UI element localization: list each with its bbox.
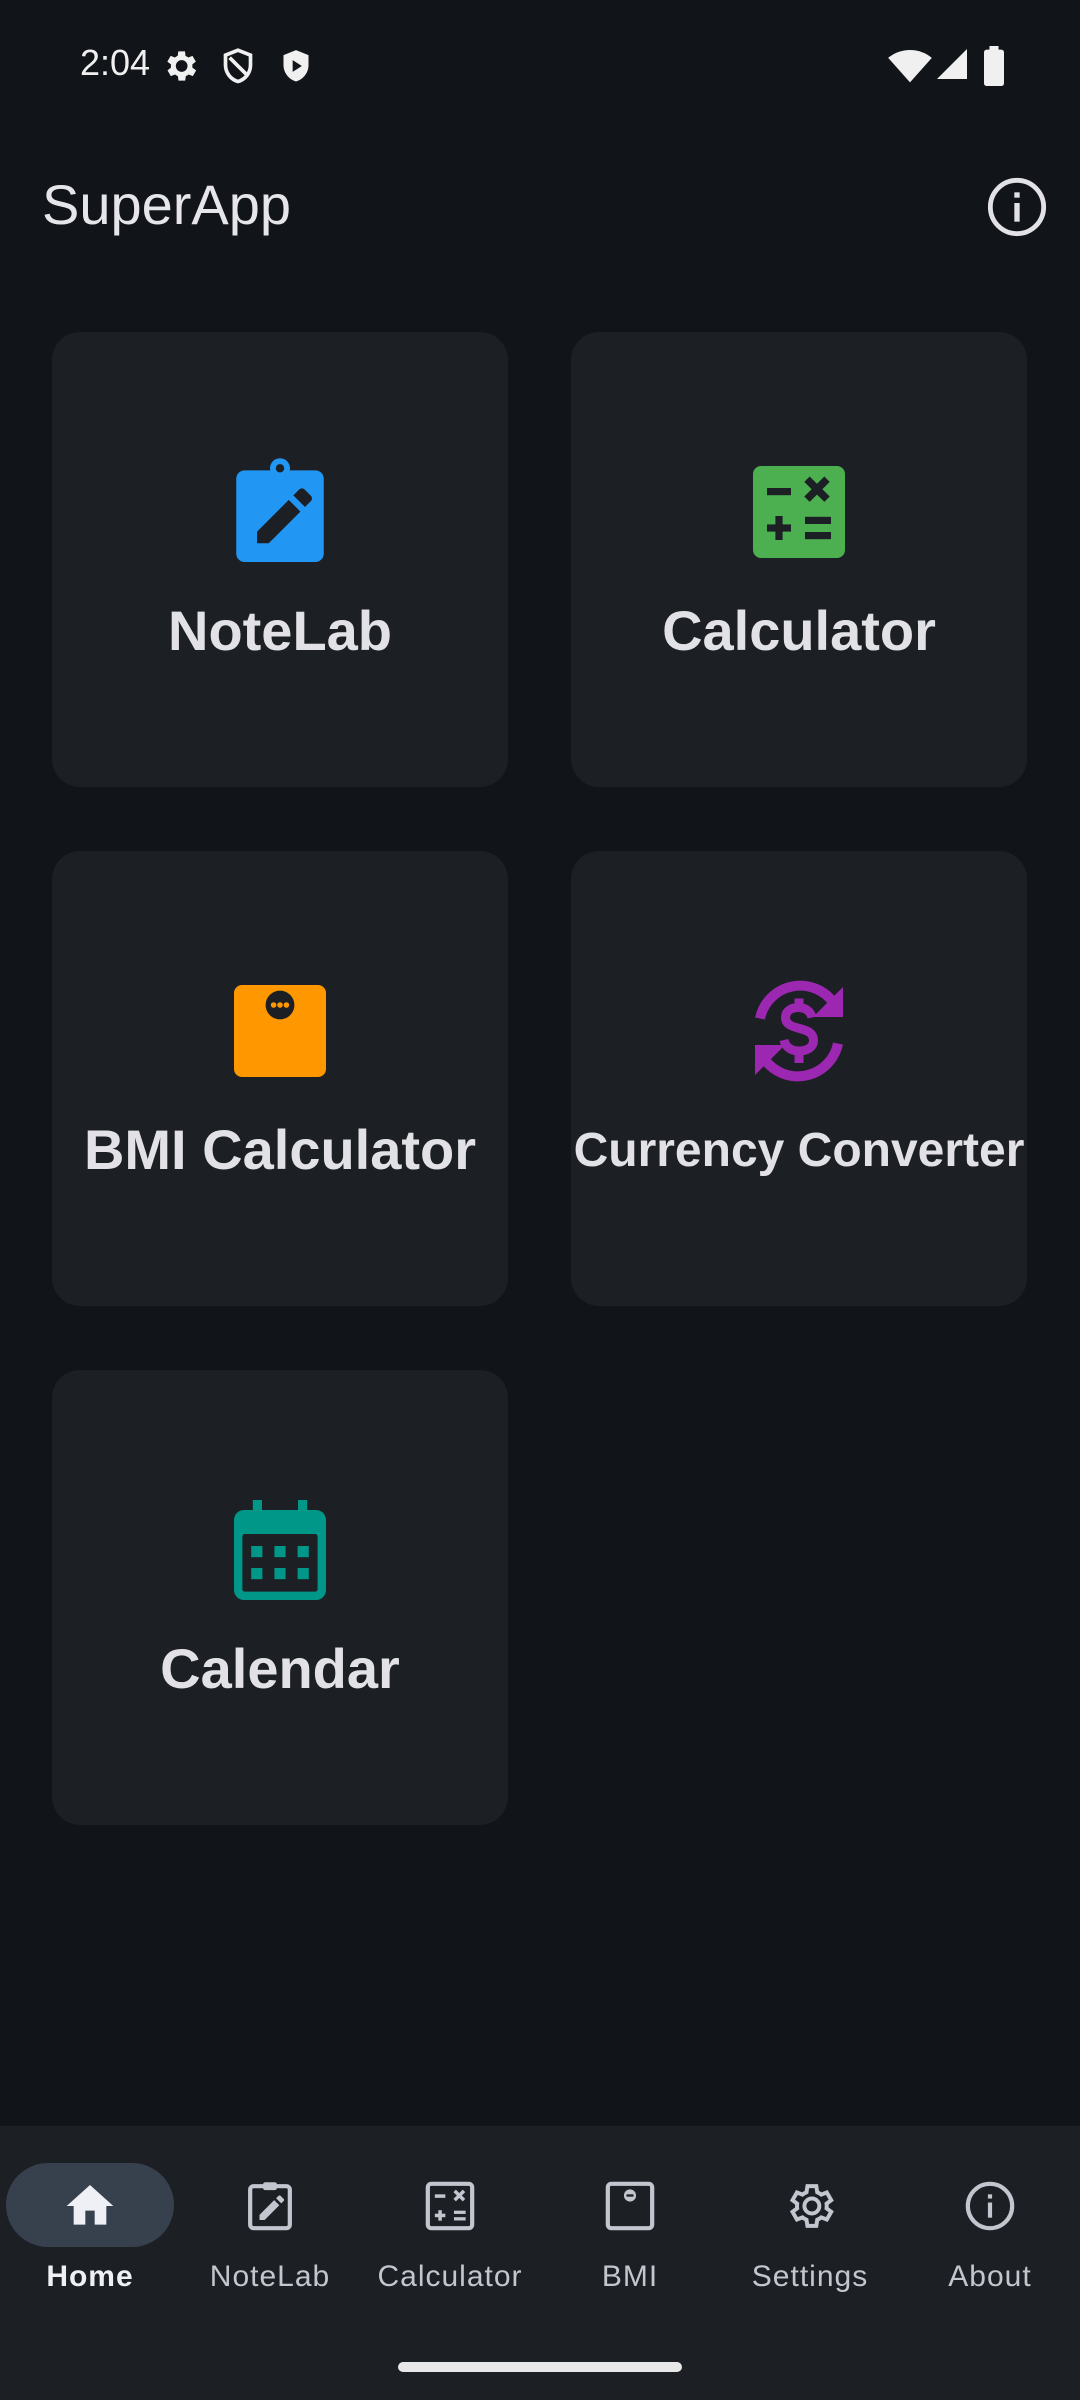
gear-icon <box>789 2184 834 2228</box>
nav-item-about[interactable]: About <box>900 2126 1080 2326</box>
shield-play-icon <box>283 50 309 82</box>
nav-label: Calculator <box>377 2260 523 2293</box>
nav-item-settings[interactable]: Settings <box>720 2126 900 2326</box>
tile-bmi-calculator[interactable]: BMI Calculator <box>52 851 508 1306</box>
scale-icon <box>220 971 340 1091</box>
shield-icon <box>223 48 253 84</box>
tile-notelab[interactable]: NoteLab <box>52 332 508 787</box>
app-bar: SuperApp <box>0 140 1080 270</box>
currency-exchange-icon <box>739 971 859 1091</box>
clipboard-edit-icon <box>220 452 340 572</box>
tile-calculator[interactable]: Calculator <box>571 332 1027 787</box>
nav-label: Settings <box>751 2260 869 2293</box>
info-icon <box>965 2181 1015 2231</box>
calendar-icon <box>220 1490 340 1610</box>
calculator-icon <box>739 452 859 572</box>
nav-label: NoteLab <box>209 2260 331 2293</box>
tile-calendar[interactable]: Calendar <box>52 1370 508 1825</box>
tile-label: Calendar <box>160 1637 400 1700</box>
nav-item-calculator[interactable]: Calculator <box>360 2126 540 2326</box>
tile-label: NoteLab <box>168 599 392 662</box>
tile-label: BMI Calculator <box>83 1118 477 1181</box>
nav-item-home[interactable]: Home <box>0 2126 180 2326</box>
tile-currency-converter[interactable]: Currency Converter <box>571 851 1027 1306</box>
nav-label: BMI <box>601 2260 659 2293</box>
scale-icon <box>605 2181 655 2231</box>
wifi-icon <box>888 50 932 83</box>
app-title: SuperApp <box>42 173 292 236</box>
nav-item-bmi[interactable]: BMI <box>540 2126 720 2326</box>
battery-icon <box>984 46 1004 86</box>
tile-label: Currency Converter <box>573 1124 1025 1177</box>
bottom-nav: Home NoteLab Calculator BMI Settings Abo… <box>0 2126 1080 2400</box>
signal-icon <box>937 49 967 79</box>
nav-label: About <box>948 2260 1032 2293</box>
info-icon[interactable] <box>985 175 1049 239</box>
clipboard-edit-icon <box>248 2182 292 2231</box>
settings-icon <box>167 51 197 81</box>
status-time: 2:04 <box>80 42 151 83</box>
home-indicator[interactable] <box>398 2362 682 2372</box>
nav-item-notelab[interactable]: NoteLab <box>180 2126 360 2326</box>
home-icon <box>66 2185 114 2225</box>
status-bar: 2:04 <box>0 0 1080 130</box>
calculator-icon <box>425 2181 475 2231</box>
tile-label: Calculator <box>662 599 936 662</box>
nav-label: Home <box>46 2260 134 2293</box>
